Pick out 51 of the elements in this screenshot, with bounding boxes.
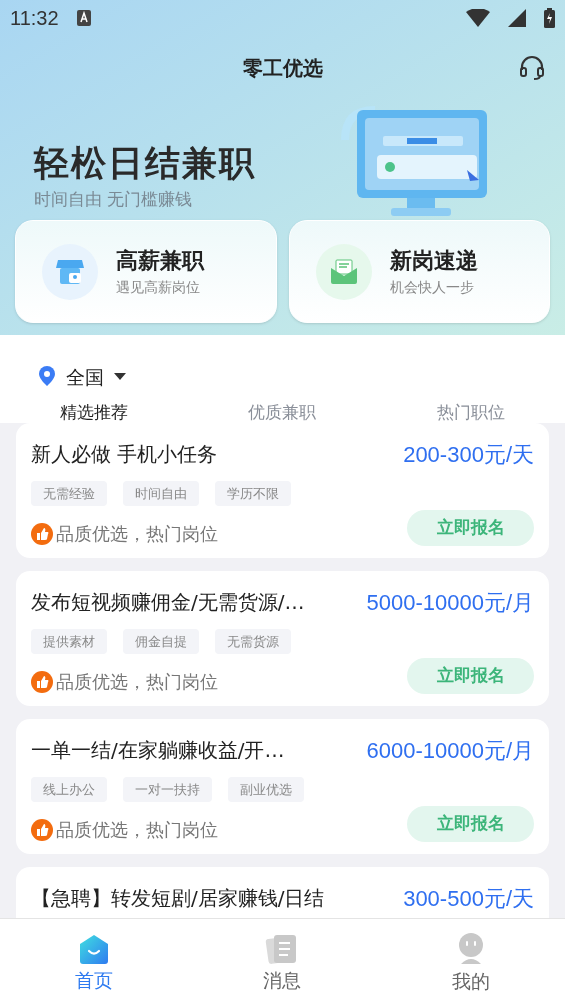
- customer-service-button[interactable]: [517, 53, 547, 83]
- thumbs-up-icon: [31, 818, 53, 841]
- job-salary: 5000-10000元/月: [366, 589, 534, 617]
- keyboard-notification-icon: [76, 10, 91, 26]
- job-tag: 佣金自提: [123, 628, 199, 654]
- thumbs-up-icon: [31, 522, 53, 545]
- job-tag: 副业优选: [228, 776, 304, 802]
- status-time: 11:32: [10, 6, 59, 31]
- job-salary: 200-300元/天: [403, 441, 534, 469]
- job-tag: 学历不限: [215, 480, 291, 506]
- quick-link-subtitle: 机会快人一步: [389, 279, 475, 294]
- dropdown-caret-icon: [114, 373, 126, 381]
- banner-subtitle: 时间自由 无门槛赚钱: [34, 191, 194, 208]
- job-card[interactable]: 【急聘】转发短剧/居家赚钱/日结 300-500元/天: [16, 867, 549, 918]
- job-note: 品质优选，热门岗位: [56, 818, 218, 842]
- job-title: 【急聘】转发短剧/居家赚钱/日结: [31, 886, 325, 912]
- wifi-icon: [466, 9, 490, 27]
- job-title: 一单一结/在家躺赚收益/开…: [31, 738, 285, 764]
- job-title: 发布短视频赚佣金/无需货源/…: [31, 590, 305, 616]
- quick-link-title: 高薪兼职: [116, 249, 204, 272]
- job-card[interactable]: 一单一结/在家躺赚收益/开… 6000-10000元/月 线上办公 一对一扶持 副业优选 品质优选，热门岗位 立即报名: [16, 719, 549, 854]
- quick-link-card[interactable]: 新岗速递 机会快人一步: [288, 220, 550, 323]
- location-pin-icon: [38, 366, 56, 388]
- job-salary: 300-500元/天: [403, 885, 534, 913]
- category-tab[interactable]: 精选推荐: [0, 404, 189, 423]
- quick-link-card[interactable]: 高薪兼职 遇见高薪岗位: [15, 220, 277, 323]
- job-tag: 时间自由: [123, 480, 199, 506]
- job-note: 品质优选，热门岗位: [56, 522, 218, 546]
- banner-headline: 轻松日结兼职: [34, 146, 256, 181]
- nav-tab[interactable]: 消息: [188, 919, 377, 1004]
- job-tag: 一对一扶持: [123, 776, 212, 802]
- job-card[interactable]: 新人必做 手机小任务 200-300元/天 无需经验 时间自由 学历不限 品质优选，热门岗位 立即报名: [16, 423, 549, 558]
- nav-tab[interactable]: 首页: [0, 919, 189, 1004]
- signal-icon: [508, 9, 526, 27]
- location-selector[interactable]: 全国: [0, 335, 565, 395]
- job-salary: 6000-10000元/月: [366, 737, 534, 765]
- nav-tab[interactable]: 我的: [376, 919, 565, 1004]
- quick-link-title: 新岗速递: [389, 249, 478, 272]
- job-note: 品质优选，热门岗位: [56, 670, 218, 694]
- job-tag: 线上办公: [31, 776, 107, 802]
- headset-icon: [519, 55, 545, 81]
- home-icon: [78, 933, 111, 965]
- app-title: 零工优选: [242, 55, 323, 82]
- quick-link-subtitle: 遇见高薪岗位: [116, 279, 201, 294]
- job-tag: 提供素材: [31, 628, 107, 654]
- thumbs-up-icon: [31, 670, 53, 693]
- job-tag: 无需经验: [31, 480, 107, 506]
- job-card[interactable]: 发布短视频赚佣金/无需货源/… 5000-10000元/月 提供素材 佣金自提 无需货源 品质优选，热门岗位 立即报名: [16, 571, 549, 706]
- battery-icon: [544, 8, 555, 28]
- job-tag: 无需货源: [215, 628, 291, 654]
- job-title: 新人必做 手机小任务: [31, 442, 218, 468]
